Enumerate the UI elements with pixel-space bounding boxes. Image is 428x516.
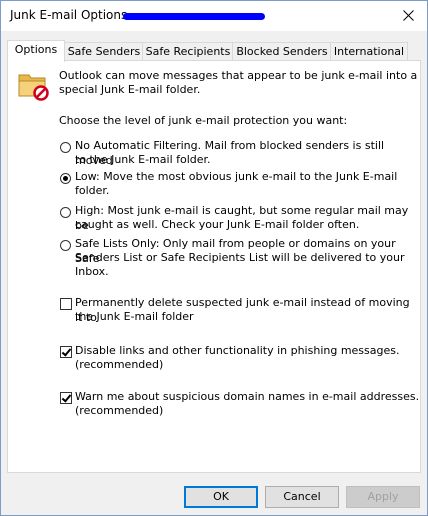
checkbox[interactable]	[60, 346, 72, 358]
window-title: Junk E-mail Options -	[10, 8, 136, 22]
radio-label-line: caught as well. Check your Junk E-mail f…	[75, 218, 360, 231]
options-panel: Outlook can move messages that appear to…	[7, 60, 421, 473]
apply-button[interactable]: Apply	[346, 486, 420, 508]
checkbox-label-line: the Junk E-mail folder	[75, 310, 194, 323]
close-button[interactable]	[391, 1, 427, 31]
junk-folder-icon	[18, 74, 49, 101]
tab-options[interactable]: Options	[7, 40, 65, 62]
intro-line-1: Outlook can move messages that appear to…	[59, 69, 418, 82]
radio-button[interactable]	[60, 142, 71, 153]
title-bar: Junk E-mail Options -	[1, 1, 427, 31]
radio-label-line: Low: Move the most obvious junk e-mail t…	[75, 170, 398, 183]
radio-label-line: to the Junk E-mail folder.	[75, 153, 211, 166]
radio-label-line: folder.	[75, 184, 110, 197]
tab-safe-recipients[interactable]: Safe Recipients	[142, 42, 234, 61]
checkbox-label-line: (recommended)	[75, 358, 164, 371]
radio-button[interactable]	[60, 173, 71, 184]
radio-button[interactable]	[60, 207, 71, 218]
checkbox-label-line: (recommended)	[75, 404, 164, 417]
tab-blocked-senders[interactable]: Blocked Senders	[232, 42, 332, 61]
junk-email-options-dialog: Junk E-mail Options - Options Safe Sende…	[0, 0, 428, 516]
checkbox[interactable]	[60, 392, 72, 404]
redacted-account-name	[123, 13, 265, 20]
tab-international[interactable]: International	[330, 42, 408, 61]
checkbox[interactable]	[60, 298, 72, 310]
tab-safe-senders[interactable]: Safe Senders	[64, 42, 144, 61]
intro-line-2: special Junk E-mail folder.	[59, 83, 201, 96]
ok-button[interactable]: OK	[184, 486, 258, 508]
protection-level-prompt: Choose the level of junk e-mail protecti…	[59, 114, 348, 127]
radio-label-line: Inbox.	[75, 265, 109, 278]
checkbox-label-line: Disable links and other functionality in…	[75, 344, 400, 357]
cancel-button[interactable]: Cancel	[265, 486, 339, 508]
close-icon	[403, 10, 414, 21]
radio-button[interactable]	[60, 240, 71, 251]
checkbox-label-line: Warn me about suspicious domain names in…	[75, 390, 420, 403]
radio-label-line: Senders List or Safe Recipients List wil…	[75, 251, 405, 264]
